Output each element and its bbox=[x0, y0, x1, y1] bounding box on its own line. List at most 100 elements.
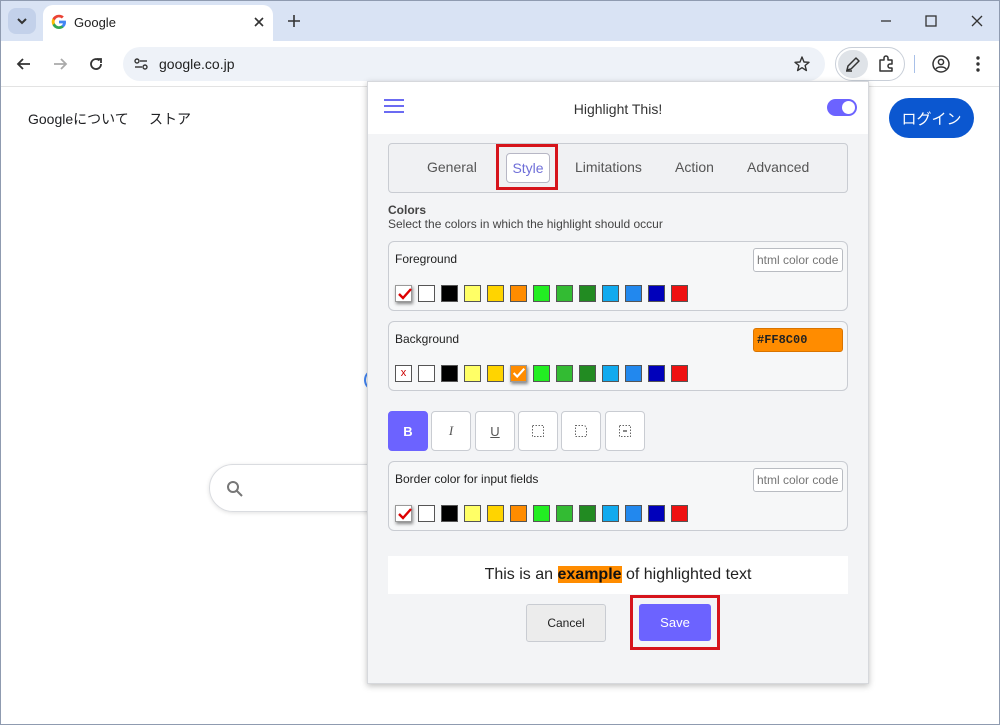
tab-title: Google bbox=[74, 15, 116, 30]
login-button[interactable]: ログイン bbox=[889, 98, 974, 138]
color-swatch[interactable] bbox=[671, 505, 688, 522]
color-swatch[interactable] bbox=[648, 505, 665, 522]
save-highlight-box bbox=[630, 595, 720, 650]
site-info-icon[interactable] bbox=[131, 54, 151, 74]
back-arrow-icon[interactable] bbox=[14, 54, 34, 74]
underline-button[interactable]: U bbox=[475, 411, 515, 451]
swatch-default-selected[interactable] bbox=[395, 505, 412, 522]
color-swatch[interactable] bbox=[533, 505, 550, 522]
color-swatch[interactable] bbox=[533, 285, 550, 302]
profile-icon[interactable] bbox=[931, 54, 951, 74]
color-swatch[interactable] bbox=[418, 505, 435, 522]
color-swatch[interactable] bbox=[441, 365, 458, 382]
color-swatch[interactable] bbox=[556, 365, 573, 382]
color-swatch[interactable] bbox=[464, 365, 481, 382]
tab-strip: Google bbox=[1, 1, 999, 41]
color-swatch[interactable] bbox=[510, 285, 527, 302]
highlight-this-popup: Highlight This! General Style Limitation… bbox=[367, 81, 869, 684]
color-swatch[interactable] bbox=[510, 365, 527, 382]
tab-advanced[interactable]: Advanced bbox=[747, 159, 809, 175]
border-color-input[interactable] bbox=[753, 468, 843, 492]
preview-text-before: This is an bbox=[484, 566, 558, 583]
settings-tabs: General Style Limitations Action Advance… bbox=[388, 143, 848, 193]
color-swatch[interactable] bbox=[579, 365, 596, 382]
shadow-border-button[interactable] bbox=[605, 411, 645, 451]
preview-text-after: of highlighted text bbox=[621, 566, 752, 583]
reload-icon[interactable] bbox=[86, 54, 106, 74]
foreground-label: Foreground bbox=[395, 252, 458, 266]
store-link[interactable]: ストア bbox=[149, 109, 191, 129]
color-swatch[interactable] bbox=[464, 505, 481, 522]
color-swatch[interactable] bbox=[625, 505, 642, 522]
color-swatch[interactable] bbox=[487, 365, 504, 382]
url-text: google.co.jp bbox=[159, 56, 235, 72]
kebab-menu-icon[interactable] bbox=[968, 54, 988, 74]
color-swatch[interactable] bbox=[487, 285, 504, 302]
popup-header: Highlight This! bbox=[368, 82, 868, 134]
close-tab-icon[interactable] bbox=[251, 14, 267, 30]
color-swatch[interactable] bbox=[579, 505, 596, 522]
color-swatch[interactable] bbox=[556, 505, 573, 522]
color-swatch[interactable] bbox=[533, 365, 550, 382]
color-swatch[interactable] bbox=[625, 285, 642, 302]
border-box-button[interactable] bbox=[518, 411, 558, 451]
tab-limitations[interactable]: Limitations bbox=[575, 159, 642, 175]
tab-search-button[interactable] bbox=[8, 8, 36, 34]
color-swatch[interactable] bbox=[602, 365, 619, 382]
background-card: Background x bbox=[388, 321, 848, 391]
about-google-link[interactable]: Googleについて bbox=[28, 109, 129, 129]
checkmark-icon bbox=[512, 367, 526, 379]
swatch-none[interactable]: x bbox=[395, 365, 412, 382]
border-color-label: Border color for input fields bbox=[395, 472, 539, 486]
color-swatch[interactable] bbox=[602, 285, 619, 302]
color-swatch[interactable] bbox=[510, 505, 527, 522]
toolbar-separator bbox=[914, 55, 915, 73]
preview-highlight-word: example bbox=[557, 566, 622, 583]
checkmark-icon bbox=[398, 508, 412, 520]
extensions-group bbox=[835, 47, 905, 81]
foreground-card: Foreground bbox=[388, 241, 848, 311]
puzzle-icon[interactable] bbox=[876, 54, 896, 74]
tab-action[interactable]: Action bbox=[675, 159, 714, 175]
color-swatch[interactable] bbox=[418, 365, 435, 382]
forward-arrow-icon[interactable] bbox=[50, 54, 70, 74]
swatch-default-selected[interactable] bbox=[395, 285, 412, 302]
background-label: Background bbox=[395, 332, 460, 346]
maximize-icon[interactable] bbox=[922, 12, 940, 30]
color-swatch[interactable] bbox=[556, 285, 573, 302]
color-swatch[interactable] bbox=[441, 285, 458, 302]
highlighter-pen-icon bbox=[846, 57, 860, 72]
tab-general[interactable]: General bbox=[427, 159, 477, 175]
address-bar[interactable]: google.co.jp bbox=[123, 47, 825, 81]
color-swatch[interactable] bbox=[464, 285, 481, 302]
color-swatch[interactable] bbox=[441, 505, 458, 522]
close-window-icon[interactable] bbox=[968, 12, 986, 30]
color-swatch[interactable] bbox=[625, 365, 642, 382]
cancel-button[interactable]: Cancel bbox=[526, 604, 606, 642]
color-swatch[interactable] bbox=[648, 365, 665, 382]
colors-description: Select the colors in which the highlight… bbox=[388, 217, 663, 231]
italic-button[interactable]: I bbox=[431, 411, 471, 451]
new-tab-icon[interactable] bbox=[285, 12, 303, 30]
highlight-extension-button[interactable] bbox=[838, 50, 868, 78]
minimize-icon[interactable] bbox=[877, 12, 895, 30]
color-swatch[interactable] bbox=[487, 505, 504, 522]
tab-google[interactable]: Google bbox=[43, 5, 273, 41]
highlight-preview: This is an example of highlighted text bbox=[388, 556, 848, 594]
background-color-input[interactable] bbox=[753, 328, 843, 352]
rounded-border-button[interactable] bbox=[561, 411, 601, 451]
bookmark-star-icon[interactable] bbox=[793, 55, 811, 73]
color-swatch[interactable] bbox=[648, 285, 665, 302]
color-swatch[interactable] bbox=[579, 285, 596, 302]
enable-toggle[interactable] bbox=[827, 99, 857, 116]
rounded-dotted-box-icon bbox=[575, 425, 587, 437]
google-favicon-icon bbox=[51, 14, 66, 29]
search-icon bbox=[227, 481, 243, 497]
foreground-color-input[interactable] bbox=[753, 248, 843, 272]
color-swatch[interactable] bbox=[602, 505, 619, 522]
bold-button[interactable]: B bbox=[388, 411, 428, 451]
color-swatch[interactable] bbox=[671, 285, 688, 302]
border-color-card: Border color for input fields bbox=[388, 461, 848, 531]
color-swatch[interactable] bbox=[418, 285, 435, 302]
color-swatch[interactable] bbox=[671, 365, 688, 382]
